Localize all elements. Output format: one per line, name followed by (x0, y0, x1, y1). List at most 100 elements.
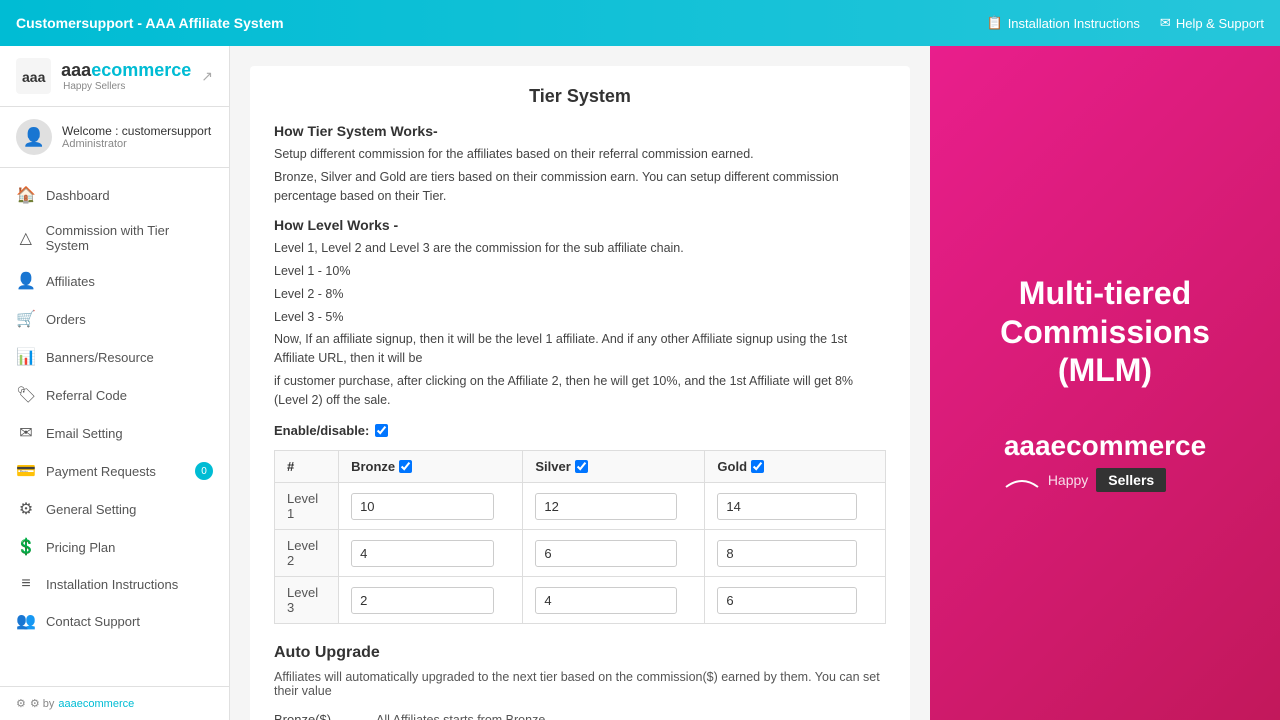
sidebar-logo: aaa aaaecommerce Happy Sellers ↗ (0, 46, 229, 107)
tier-desc1: Setup different commission for the affil… (274, 145, 886, 164)
silver-input-1[interactable] (535, 540, 676, 567)
banners-icon: 📊 (16, 347, 36, 367)
referral-icon: 🏷 (16, 385, 36, 405)
gold-input-0[interactable] (717, 493, 857, 520)
table-row: Level 3 (275, 577, 886, 624)
referral-label: Referral Code (46, 388, 127, 403)
user-role: Administrator (62, 138, 211, 150)
sidebar-item-email[interactable]: ✉ Email Setting (0, 414, 229, 452)
content-area: Tier System How Tier System Works- Setup… (230, 46, 1280, 720)
help-link-label: Help & Support (1176, 16, 1264, 31)
promo-logo-text: aaaecommerce (1004, 430, 1206, 462)
promo-title: Multi-tieredCommissions (MLM) (950, 274, 1260, 389)
sidebar-item-installation[interactable]: ≡ Installation Instructions (0, 566, 229, 602)
installation-label: Installation Instructions (46, 577, 178, 592)
gold-input-1[interactable] (717, 540, 857, 567)
bronze-note: All Affiliates starts from Bronze. (376, 713, 549, 720)
email-label: Email Setting (46, 426, 123, 441)
tier-heading: How Tier System Works- (274, 123, 886, 139)
level-heading: How Level Works - (274, 217, 886, 233)
silver-cell (523, 530, 705, 577)
table-row: Level 1 (275, 483, 886, 530)
svg-text:aaa: aaa (22, 69, 46, 85)
tier-table: # Bronze Silver (274, 450, 886, 624)
gold-checkbox[interactable] (751, 460, 764, 473)
sidebar: aaa aaaecommerce Happy Sellers ↗ 👤 Welco… (0, 46, 230, 720)
bronze-input-2[interactable] (351, 587, 494, 614)
level-desc1: Level 1, Level 2 and Level 3 are the com… (274, 239, 886, 258)
level-desc4: Level 3 - 5% (274, 308, 886, 327)
bronze-input-0[interactable] (351, 493, 494, 520)
col-hash: # (275, 451, 339, 483)
promo-aaa: aaa (1004, 430, 1051, 461)
silver-input-2[interactable] (535, 587, 676, 614)
sidebar-item-pricing[interactable]: 💲 Pricing Plan (0, 528, 229, 566)
gold-cell (705, 530, 886, 577)
logo-ecommerce: ecommerce (91, 60, 191, 80)
settings-icon: ⚙ (16, 499, 36, 519)
installation-link-label: Installation Instructions (1008, 16, 1140, 31)
silver-cell (523, 483, 705, 530)
sidebar-item-contact[interactable]: 👥 Contact Support (0, 602, 229, 640)
orders-icon: 🛒 (16, 309, 36, 329)
col-silver: Silver (523, 451, 705, 483)
bronze-cell (339, 577, 523, 624)
col-bronze: Bronze (339, 451, 523, 483)
pricing-icon: 💲 (16, 537, 36, 557)
sidebar-item-affiliates[interactable]: 👤 Affiliates (0, 262, 229, 300)
user-welcome: Welcome : customersupport (62, 124, 211, 138)
footer-link[interactable]: aaaecommerce (58, 698, 134, 710)
contact-icon: 👥 (16, 611, 36, 631)
commission-label: Commission with Tier System (46, 223, 213, 253)
payments-label: Payment Requests (46, 464, 156, 479)
enable-checkbox[interactable] (375, 424, 388, 437)
promo-tagline-text: Happy (1048, 472, 1088, 488)
main-content: Tier System How Tier System Works- Setup… (230, 46, 930, 720)
tier-icon: △ (16, 228, 36, 248)
level-desc3: Level 2 - 8% (274, 285, 886, 304)
bronze-cell (339, 530, 523, 577)
nav-items: 🏠 Dashboard △ Commission with Tier Syste… (0, 168, 229, 686)
contact-label: Contact Support (46, 614, 140, 629)
sidebar-item-general[interactable]: ⚙ General Setting (0, 490, 229, 528)
installation-instructions-link[interactable]: 📋 Installation Instructions (987, 15, 1140, 31)
avatar: 👤 (16, 119, 52, 155)
external-link-icon[interactable]: ↗ (201, 68, 213, 85)
card-title: Tier System (274, 86, 886, 107)
bronze-label: Bronze($) (274, 712, 364, 720)
installation-icon: ≡ (16, 575, 36, 593)
sidebar-footer: ⚙ ⚙ by aaaecommerce (0, 686, 229, 720)
pricing-label: Pricing Plan (46, 540, 115, 555)
sidebar-item-orders[interactable]: 🛒 Orders (0, 300, 229, 338)
help-support-link[interactable]: ✉ Help & Support (1160, 15, 1264, 31)
table-row: Level 2 (275, 530, 886, 577)
sidebar-item-payments[interactable]: 💳 Payment Requests 0 (0, 452, 229, 490)
gold-cell (705, 577, 886, 624)
logo-sub: Happy Sellers (63, 81, 191, 92)
orders-label: Orders (46, 312, 86, 327)
payments-icon: 💳 (16, 461, 36, 481)
promo-logo: aaaecommerce Happy Sellers (1004, 430, 1206, 492)
silver-checkbox[interactable] (575, 460, 588, 473)
enable-label: Enable/disable: (274, 423, 369, 438)
bronze-checkbox[interactable] (399, 460, 412, 473)
sidebar-item-banners[interactable]: 📊 Banners/Resource (0, 338, 229, 376)
affiliates-icon: 👤 (16, 271, 36, 291)
home-icon: 🏠 (16, 185, 36, 205)
silver-input-0[interactable] (535, 493, 676, 520)
footer-prefix: ⚙ by (30, 697, 55, 710)
general-label: General Setting (46, 502, 136, 517)
level-cell: Level 1 (275, 483, 339, 530)
level-cell: Level 2 (275, 530, 339, 577)
bronze-input-1[interactable] (351, 540, 494, 567)
content-card: Tier System How Tier System Works- Setup… (250, 66, 910, 720)
upgrade-row-bronze: Bronze($) All Affiliates starts from Bro… (274, 712, 886, 720)
bronze-cell (339, 483, 523, 530)
payments-badge: 0 (195, 462, 213, 480)
banners-label: Banners/Resource (46, 350, 154, 365)
level-cell: Level 3 (275, 577, 339, 624)
gold-input-2[interactable] (717, 587, 857, 614)
sidebar-item-referral[interactable]: 🏷 Referral Code (0, 376, 229, 414)
sidebar-item-dashboard[interactable]: 🏠 Dashboard (0, 176, 229, 214)
sidebar-item-commission[interactable]: △ Commission with Tier System (0, 214, 229, 262)
